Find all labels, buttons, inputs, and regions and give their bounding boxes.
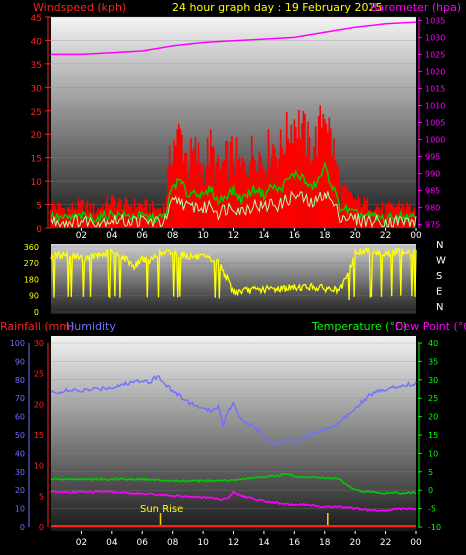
rain-tick-label: 25 xyxy=(34,370,44,379)
humidity-tick-label: 90 xyxy=(15,357,25,366)
wind-tick-label: 40 xyxy=(31,37,43,47)
x-tick-label-bottom: 20 xyxy=(349,538,361,548)
compass-label: N xyxy=(436,240,443,251)
x-tick-label-bottom: 10 xyxy=(197,538,209,548)
compass-label: S xyxy=(436,271,442,282)
humidity-tick-label: 100 xyxy=(10,339,25,348)
weather-graph: Windspeed (kph) 24 hour graph day : 19 F… xyxy=(0,1,466,548)
x-tick-label-bottom: 06 xyxy=(137,538,149,548)
wind-tick-label: 35 xyxy=(31,61,42,71)
wind-tick-label: 45 xyxy=(31,14,42,24)
x-tick-label-top: 06 xyxy=(137,231,149,241)
x-tick-label-top: 20 xyxy=(349,231,361,241)
temp-tick-label: 35 xyxy=(428,357,438,366)
x-tick-label-bottom: 14 xyxy=(258,538,270,548)
barometer-axis-title: Barometer (hpa) xyxy=(370,1,461,14)
temp-tick-label: -10 xyxy=(428,523,441,532)
wind-tick-label: 25 xyxy=(31,108,42,118)
dewpoint-axis-title: Dew Point (°C) xyxy=(395,320,466,333)
humidity-tick-label: 80 xyxy=(15,376,25,385)
humidity-tick-label: 0 xyxy=(20,523,25,532)
rain-tick-label: 5 xyxy=(39,492,44,501)
barometer-tick-label: 1015 xyxy=(425,84,445,93)
barometer-tick-label: 995 xyxy=(425,153,440,162)
x-tick-label-bottom: 08 xyxy=(167,538,179,548)
temp-tick-label: 40 xyxy=(428,339,438,348)
temp-tick-label: 5 xyxy=(428,468,433,477)
x-tick-label-bottom: 12 xyxy=(228,538,239,548)
humidity-tick-label: 10 xyxy=(15,505,25,514)
direction-panel xyxy=(50,244,417,314)
barometer-tick-label: 985 xyxy=(425,187,440,196)
barometer-tick-label: 980 xyxy=(425,204,440,213)
temp-tick-label: 25 xyxy=(428,394,438,403)
direction-tick-label: 360 xyxy=(24,243,39,252)
barometer-tick-label: 1010 xyxy=(425,101,445,110)
direction-tick-label: 90 xyxy=(29,292,39,301)
x-tick-label-top: 10 xyxy=(197,231,209,241)
humidity-tick-label: 40 xyxy=(15,449,25,458)
compass-label: W xyxy=(436,256,446,267)
x-tick-label-bottom: 16 xyxy=(289,538,301,548)
temp-tick-label: 30 xyxy=(428,376,438,385)
x-tick-label-top: 22 xyxy=(380,231,391,241)
barometer-tick-label: 1030 xyxy=(425,33,445,42)
x-tick-label-bottom: 00 xyxy=(410,538,422,548)
x-tick-label-top: 02 xyxy=(76,231,87,241)
temp-humidity-panel xyxy=(50,336,417,531)
temp-tick-label: 10 xyxy=(428,449,438,458)
rain-tick-label: 15 xyxy=(34,431,44,440)
wind-tick-label: 5 xyxy=(36,202,42,212)
temp-tick-label: 0 xyxy=(428,486,433,495)
compass-label: N xyxy=(436,302,443,313)
humidity-tick-label: 50 xyxy=(15,431,25,440)
x-tick-label-bottom: 22 xyxy=(380,538,391,548)
humidity-tick-label: 60 xyxy=(15,413,25,422)
direction-tick-label: 0 xyxy=(34,308,39,317)
barometer-tick-label: 975 xyxy=(425,221,440,230)
x-tick-label-bottom: 02 xyxy=(76,538,87,548)
barometer-tick-label: 1000 xyxy=(425,136,445,145)
temp-tick-label: -5 xyxy=(428,505,436,514)
wind-tick-label: 30 xyxy=(31,84,43,94)
graph-title: 24 hour graph day : 19 February 2025 xyxy=(172,1,383,14)
humidity-axis-title: Humidity xyxy=(66,320,116,333)
x-tick-label-bottom: 18 xyxy=(319,538,331,548)
compass-label: E xyxy=(436,287,442,298)
direction-tick-label: 270 xyxy=(24,259,39,268)
rainfall-axis-title: Rainfall (mm) xyxy=(0,320,74,333)
temp-tick-label: 15 xyxy=(428,431,438,440)
wind-tick-label: 10 xyxy=(31,178,43,188)
wind-tick-label: 20 xyxy=(31,131,43,141)
barometer-tick-label: 1005 xyxy=(425,119,445,128)
temp-panel-background xyxy=(51,336,416,531)
humidity-tick-label: 30 xyxy=(15,468,25,477)
barometer-tick-label: 1035 xyxy=(425,16,445,25)
rain-tick-label: 10 xyxy=(34,462,44,471)
barometer-tick-label: 990 xyxy=(425,170,440,179)
barometer-tick-label: 1025 xyxy=(425,50,445,59)
x-tick-label-top: 14 xyxy=(258,231,270,241)
x-tick-label-bottom: 04 xyxy=(106,538,118,548)
wind-barometer-panel xyxy=(50,16,417,229)
x-tick-label-top: 04 xyxy=(106,231,118,241)
windspeed-axis-title: Windspeed (kph) xyxy=(33,1,126,14)
humidity-tick-label: 20 xyxy=(15,486,25,495)
x-tick-label-top: 16 xyxy=(289,231,301,241)
humidity-tick-label: 70 xyxy=(15,394,25,403)
wind-tick-label: 15 xyxy=(31,155,42,165)
rain-tick-label: 0 xyxy=(39,523,44,532)
x-tick-label-top: 12 xyxy=(228,231,239,241)
x-tick-label-top: 18 xyxy=(319,231,331,241)
x-tick-label-top: 00 xyxy=(410,231,422,241)
wind-tick-label: 0 xyxy=(36,225,42,235)
sunrise-label: Sun Rise xyxy=(140,504,183,515)
rain-tick-label: 30 xyxy=(34,339,44,348)
barometer-tick-label: 1020 xyxy=(425,67,445,76)
x-tick-label-top: 08 xyxy=(167,231,179,241)
rain-tick-label: 20 xyxy=(34,400,44,409)
temperature-axis-title: Temperature (°C) xyxy=(311,320,407,333)
temp-tick-label: 20 xyxy=(428,413,438,422)
direction-tick-label: 180 xyxy=(24,275,39,284)
